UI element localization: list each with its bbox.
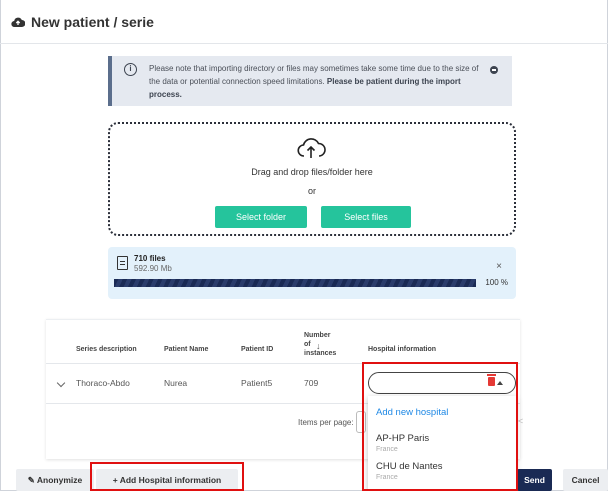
- items-per-page-label: Items per page:: [298, 418, 354, 427]
- close-icon[interactable]: ×: [496, 261, 502, 272]
- anonymize-label: Anonymize: [36, 475, 83, 485]
- highlight-add-hospital-button: [90, 462, 244, 491]
- upload-progress-bar: [114, 279, 476, 287]
- cancel-button[interactable]: Cancel: [563, 469, 608, 491]
- file-count: 710 files: [134, 254, 166, 263]
- file-size: 592.90 Mb: [134, 264, 172, 273]
- select-files-button[interactable]: Select files: [321, 206, 411, 228]
- close-notice-icon[interactable]: [490, 66, 498, 74]
- anonymize-button[interactable]: ✎ Anonymize: [16, 469, 94, 491]
- expand-row-chevron-icon[interactable]: [56, 378, 66, 388]
- header-series-description[interactable]: Series description: [76, 345, 137, 354]
- cell-instances: 709: [304, 378, 319, 388]
- cloud-upload-icon: [297, 138, 326, 158]
- cell-patient-id: Patient5: [241, 378, 273, 388]
- upload-summary-card: 710 files 592.90 Mb × 100 %: [108, 247, 516, 299]
- highlight-hospital-select: [362, 362, 518, 491]
- header-patient-name[interactable]: Patient Name: [164, 345, 208, 354]
- file-dropzone[interactable]: Drag and drop files/folder here or Selec…: [108, 122, 516, 236]
- pager-prev-icon[interactable]: <: [518, 416, 523, 426]
- file-icon: [117, 256, 128, 270]
- cell-patient-name: Nurea: [164, 378, 188, 388]
- dropzone-or: or: [307, 186, 316, 196]
- send-button[interactable]: Send: [517, 469, 552, 491]
- dropzone-instructions: Drag and drop files/folder here: [251, 167, 373, 177]
- sort-arrow-down-icon[interactable]: ↓: [316, 341, 321, 351]
- header-patient-id[interactable]: Patient ID: [241, 345, 273, 354]
- dialog-title: New patient / serie: [31, 13, 154, 30]
- pencil-icon: ✎: [27, 475, 35, 485]
- cloud-upload-icon: [11, 17, 25, 27]
- cell-series-description: Thoraco-Abdo: [76, 378, 130, 388]
- select-folder-button[interactable]: Select folder: [215, 206, 307, 228]
- info-icon: i: [124, 63, 137, 76]
- header-hospital-information: Hospital information: [368, 346, 437, 353]
- import-notice: i Please note that importing directory o…: [108, 56, 512, 106]
- progress-percent: 100 %: [485, 278, 508, 287]
- dialog-header: New patient / serie: [0, 0, 608, 44]
- header-instances-line1: Number: [304, 332, 331, 339]
